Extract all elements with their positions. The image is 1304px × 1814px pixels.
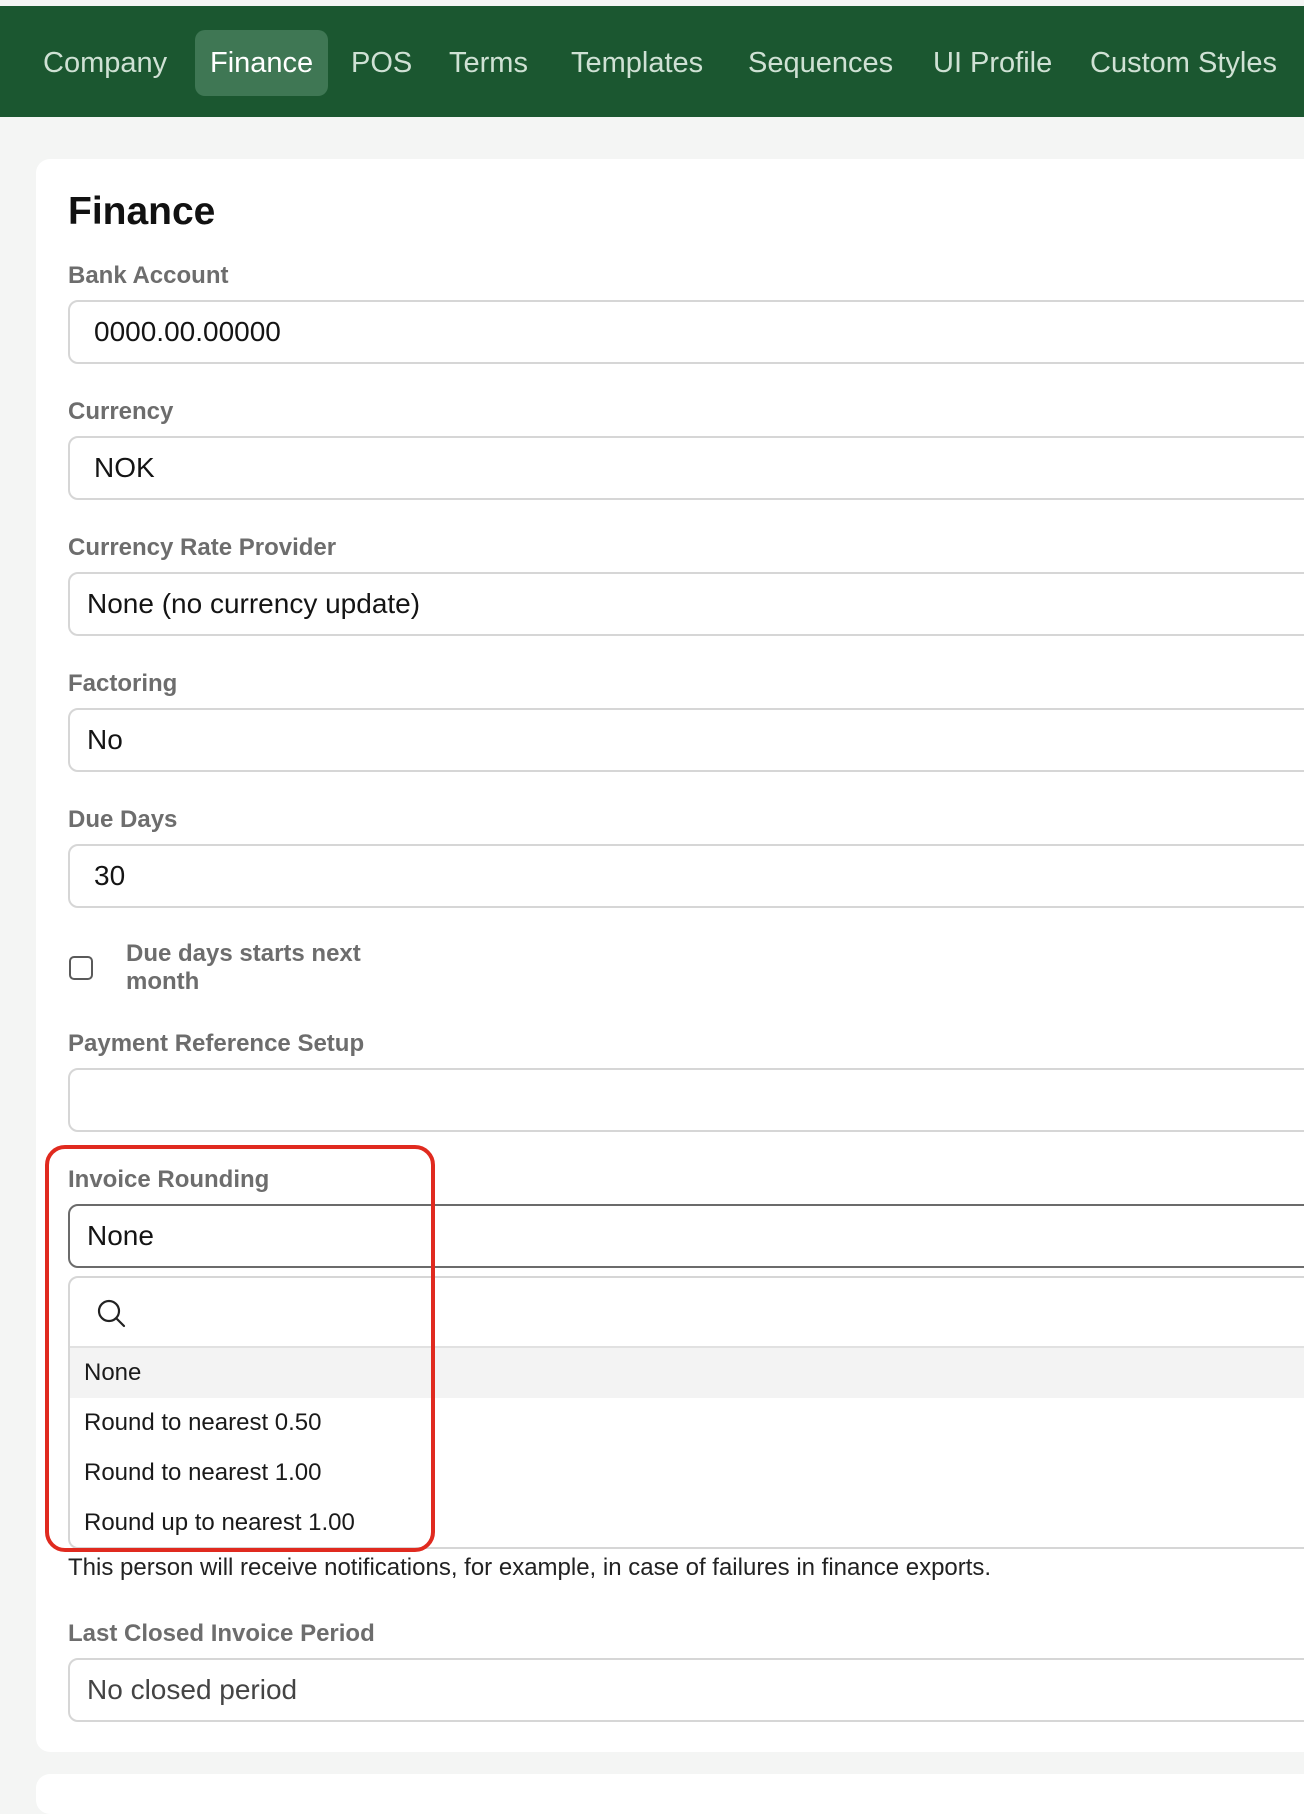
due-days-next-month-checkbox[interactable] (69, 956, 93, 980)
option-round-nearest-100[interactable]: Round to nearest 1.00 (70, 1448, 1304, 1498)
tab-custom-styles[interactable]: Custom Styles (1075, 30, 1292, 96)
currency-rate-provider-select[interactable]: None (no currency update) (68, 572, 1304, 636)
notification-helper-text: This person will receive notifications, … (68, 1554, 992, 1581)
tab-pos[interactable]: POS (336, 30, 427, 96)
payment-reference-setup-label: Payment Reference Setup (68, 1030, 365, 1057)
dropdown-search-input[interactable] (70, 1278, 1304, 1348)
next-settings-card (36, 1774, 1304, 1814)
tab-sequences[interactable]: Sequences (733, 30, 908, 96)
payment-reference-setup-field[interactable] (68, 1068, 1304, 1132)
option-round-up-nearest-100[interactable]: Round up to nearest 1.00 (70, 1498, 1304, 1547)
currency-field[interactable]: NOK (68, 436, 1304, 500)
tab-company[interactable]: Company (28, 30, 182, 96)
bank-account-field[interactable]: 0000.00.00000 (68, 300, 1304, 364)
option-none[interactable]: None (70, 1348, 1304, 1398)
factoring-label: Factoring (68, 670, 178, 697)
option-round-nearest-050[interactable]: Round to nearest 0.50 (70, 1398, 1304, 1448)
currency-rate-provider-label: Currency Rate Provider (68, 534, 337, 561)
due-days-next-month-label: Due days starts next month (126, 940, 361, 995)
tab-finance[interactable]: Finance (195, 30, 329, 96)
invoice-rounding-select[interactable]: None (68, 1204, 1304, 1268)
tab-templates[interactable]: Templates (556, 30, 718, 96)
tab-ui-profile[interactable]: UI Profile (918, 30, 1067, 96)
last-closed-invoice-period-label: Last Closed Invoice Period (68, 1620, 375, 1647)
search-icon (97, 1299, 126, 1328)
invoice-rounding-label: Invoice Rounding (68, 1166, 270, 1193)
bank-account-label: Bank Account (68, 262, 229, 289)
section-title: Finance (68, 190, 216, 233)
due-days-field[interactable]: 30 (68, 844, 1304, 908)
settings-nav-bar: Company Finance POS Terms Templates Sequ… (0, 6, 1304, 117)
invoice-rounding-dropdown: None Round to nearest 0.50 Round to near… (68, 1276, 1304, 1549)
due-days-label: Due Days (68, 806, 178, 833)
factoring-select[interactable]: No (68, 708, 1304, 772)
currency-label: Currency (68, 398, 174, 425)
tab-terms[interactable]: Terms (434, 30, 543, 96)
last-closed-invoice-period-field[interactable]: No closed period (68, 1658, 1304, 1722)
